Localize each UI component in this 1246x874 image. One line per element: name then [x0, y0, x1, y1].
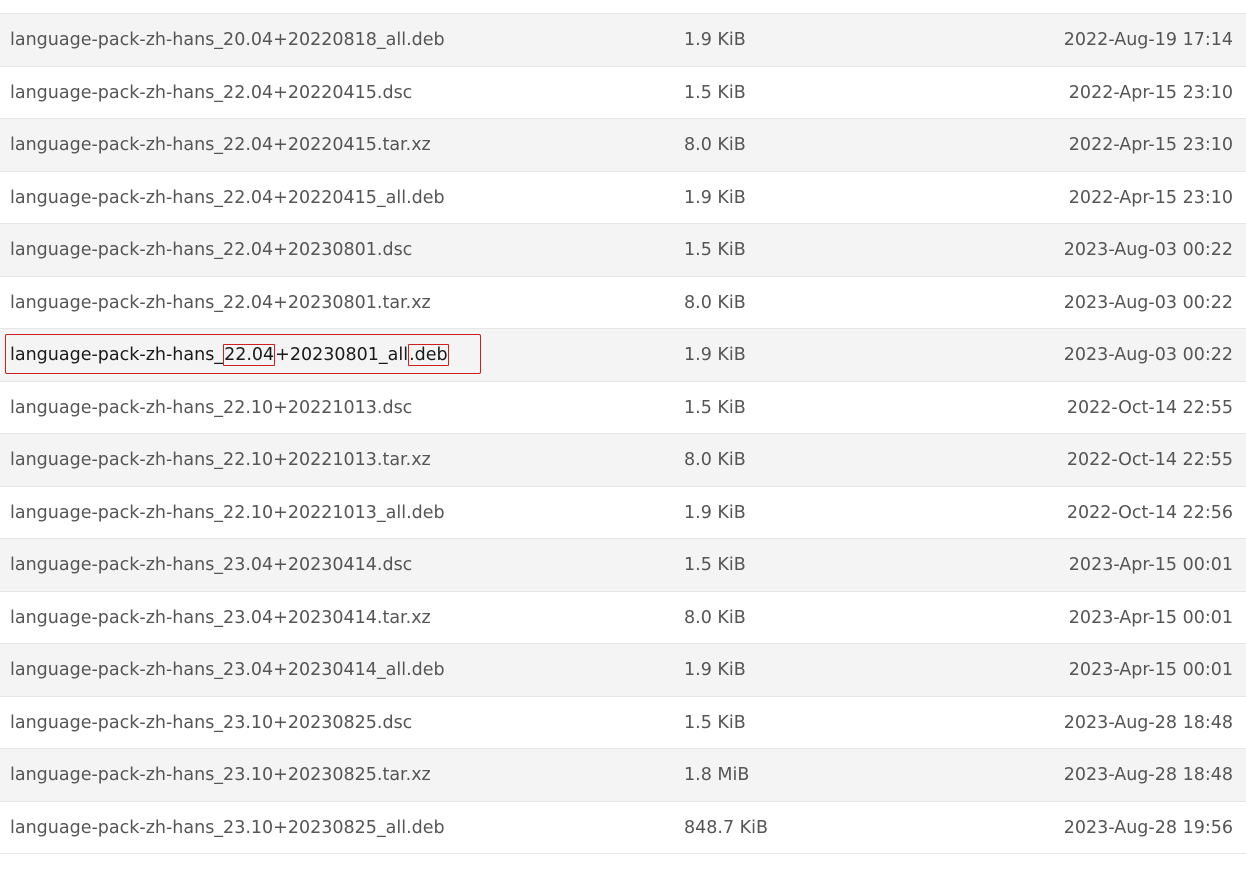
name-middle: +20230801_all	[275, 345, 409, 365]
file-row: language-pack-zh-hans_22.04+20220415_all…	[0, 171, 1246, 224]
file-row: language-pack-zh-hans_20.04+20220818_all…	[0, 14, 1246, 67]
file-row-highlighted: language-pack-zh-hans_22.04+20230801_all…	[0, 329, 1246, 382]
file-link[interactable]: language-pack-zh-hans_22.04+20220415_all…	[10, 188, 445, 208]
listing-top-edge	[0, 0, 1246, 14]
file-date: 2022-Apr-15 23:10	[1068, 187, 1233, 208]
file-name[interactable]: language-pack-zh-hans_22.04+20230801.dsc	[10, 224, 412, 276]
file-date: 2023-Aug-28 18:48	[1063, 765, 1233, 785]
file-size: 1.5 KiB	[684, 397, 746, 418]
file-link[interactable]: language-pack-zh-hans_23.10+20230825.tar…	[10, 765, 431, 785]
file-name[interactable]: language-pack-zh-hans_22.10+20221013.tar…	[10, 434, 431, 486]
file-date: 2023-Apr-15 00:01	[1068, 555, 1233, 575]
file-row: language-pack-zh-hans_23.04+20230414.dsc…	[0, 539, 1246, 592]
file-row: language-pack-zh-hans_22.04+20220415.dsc…	[0, 66, 1246, 119]
file-row: language-pack-zh-hans_22.10+20221013_all…	[0, 486, 1246, 539]
file-name[interactable]: language-pack-zh-hans_22.04+20230801_all…	[10, 329, 449, 381]
file-name[interactable]: language-pack-zh-hans_22.04+20220415.tar…	[10, 119, 431, 171]
file-date: 2022-Aug-19 17:14	[1063, 30, 1233, 50]
file-date: 2022-Apr-15 23:10	[1068, 135, 1233, 155]
file-link[interactable]: language-pack-zh-hans_22.04+20220415.tar…	[10, 135, 431, 155]
file-listing: language-pack-zh-hans_20.04+20220818_all…	[0, 0, 1246, 874]
file-name[interactable]: language-pack-zh-hans_22.04+20230801.tar…	[10, 277, 431, 329]
file-size: 848.7 KiB	[684, 817, 769, 838]
file-size: 1.5 KiB	[684, 82, 746, 103]
file-name[interactable]: language-pack-zh-hans_23.10+20230825.dsc	[10, 697, 412, 749]
file-row: language-pack-zh-hans_22.04+20230801.dsc…	[0, 224, 1246, 277]
file-link[interactable]: language-pack-zh-hans_22.04+20220415.dsc	[10, 83, 412, 103]
file-link[interactable]: language-pack-zh-hans_22.10+20221013.dsc	[10, 398, 412, 418]
file-row: language-pack-zh-hans_22.04+20230801.tar…	[0, 276, 1246, 329]
file-date: 2023-Apr-15 00:01	[1068, 607, 1233, 628]
extension-highlight: .deb	[408, 344, 449, 366]
file-row: language-pack-zh-hans_23.10+20230825.dsc…	[0, 696, 1246, 749]
file-size: 1.5 KiB	[684, 555, 746, 575]
file-link[interactable]: language-pack-zh-hans_22.04+20230801.dsc	[10, 240, 412, 260]
file-date: 2023-Aug-03 00:22	[1063, 292, 1233, 313]
file-date: 2023-Aug-03 00:22	[1063, 345, 1233, 365]
file-name[interactable]: language-pack-zh-hans_23.04+20230414.tar…	[10, 592, 431, 644]
file-link[interactable]: language-pack-zh-hans_23.04+20230414.tar…	[10, 608, 431, 628]
file-row: language-pack-zh-hans_23.04+20230414.tar…	[0, 591, 1246, 644]
file-date: 2023-Aug-28 19:56	[1063, 817, 1233, 838]
file-size: 1.9 KiB	[684, 30, 746, 50]
file-name[interactable]: language-pack-zh-hans_23.04+20230414.dsc	[10, 539, 412, 591]
file-link[interactable]: language-pack-zh-hans_23.04+20230414.dsc	[10, 555, 412, 575]
file-link[interactable]: language-pack-zh-hans_22.10+20221013_all…	[10, 503, 445, 523]
file-row: language-pack-zh-hans_23.10+20230825.tar…	[0, 749, 1246, 802]
file-size: 8.0 KiB	[684, 292, 746, 313]
file-date: 2022-Oct-14 22:55	[1066, 450, 1233, 470]
file-date: 2023-Aug-28 18:48	[1063, 712, 1233, 733]
file-name[interactable]: language-pack-zh-hans_23.10+20230825_all…	[10, 802, 445, 854]
file-size: 1.5 KiB	[684, 712, 746, 733]
file-date: 2023-Apr-15 00:01	[1068, 660, 1233, 680]
file-date: 2022-Oct-14 22:56	[1066, 502, 1233, 523]
file-size: 8.0 KiB	[684, 135, 746, 155]
file-name[interactable]: language-pack-zh-hans_23.10+20230825.tar…	[10, 749, 431, 801]
file-link[interactable]: language-pack-zh-hans_23.10+20230825.dsc	[10, 713, 412, 733]
file-row: language-pack-zh-hans_22.10+20221013.dsc…	[0, 381, 1246, 434]
file-name[interactable]: language-pack-zh-hans_23.04+20230414_all…	[10, 644, 445, 696]
file-size: 1.9 KiB	[684, 187, 746, 208]
file-row: language-pack-zh-hans_22.04+20220415.tar…	[0, 119, 1246, 172]
file-link[interactable]: language-pack-zh-hans_22.04+20230801_all…	[10, 344, 449, 366]
file-name[interactable]: language-pack-zh-hans_22.04+20220415.dsc	[10, 67, 412, 119]
file-row: language-pack-zh-hans_23.04+20230414_all…	[0, 644, 1246, 697]
file-name[interactable]: language-pack-zh-hans_22.10+20221013.dsc	[10, 382, 412, 434]
file-size: 1.9 KiB	[684, 502, 746, 523]
file-link[interactable]: language-pack-zh-hans_22.10+20221013.tar…	[10, 450, 431, 470]
file-size: 1.8 MiB	[684, 765, 750, 785]
file-link[interactable]: language-pack-zh-hans_23.10+20230825_all…	[10, 818, 445, 838]
file-size: 8.0 KiB	[684, 450, 746, 470]
file-size: 8.0 KiB	[684, 607, 746, 628]
file-name[interactable]: language-pack-zh-hans_22.04+20220415_all…	[10, 172, 445, 224]
file-name[interactable]: language-pack-zh-hans_20.04+20220818_all…	[10, 14, 445, 66]
file-link[interactable]: language-pack-zh-hans_20.04+20220818_all…	[10, 30, 445, 50]
file-size: 1.9 KiB	[684, 345, 746, 365]
version-highlight: 22.04	[223, 344, 276, 366]
file-link[interactable]: language-pack-zh-hans_22.04+20230801.tar…	[10, 293, 431, 313]
file-size: 1.5 KiB	[684, 240, 746, 260]
file-row: language-pack-zh-hans_23.10+20230825_all…	[0, 801, 1246, 854]
file-date: 2022-Oct-14 22:55	[1066, 397, 1233, 418]
name-prefix: language-pack-zh-hans_	[10, 345, 224, 365]
file-name[interactable]: language-pack-zh-hans_22.10+20221013_all…	[10, 487, 445, 539]
file-row: language-pack-zh-hans_22.10+20221013.tar…	[0, 434, 1246, 487]
file-date: 2023-Aug-03 00:22	[1063, 240, 1233, 260]
file-link[interactable]: language-pack-zh-hans_23.04+20230414_all…	[10, 660, 445, 680]
file-date: 2022-Apr-15 23:10	[1068, 82, 1233, 103]
file-size: 1.9 KiB	[684, 660, 746, 680]
